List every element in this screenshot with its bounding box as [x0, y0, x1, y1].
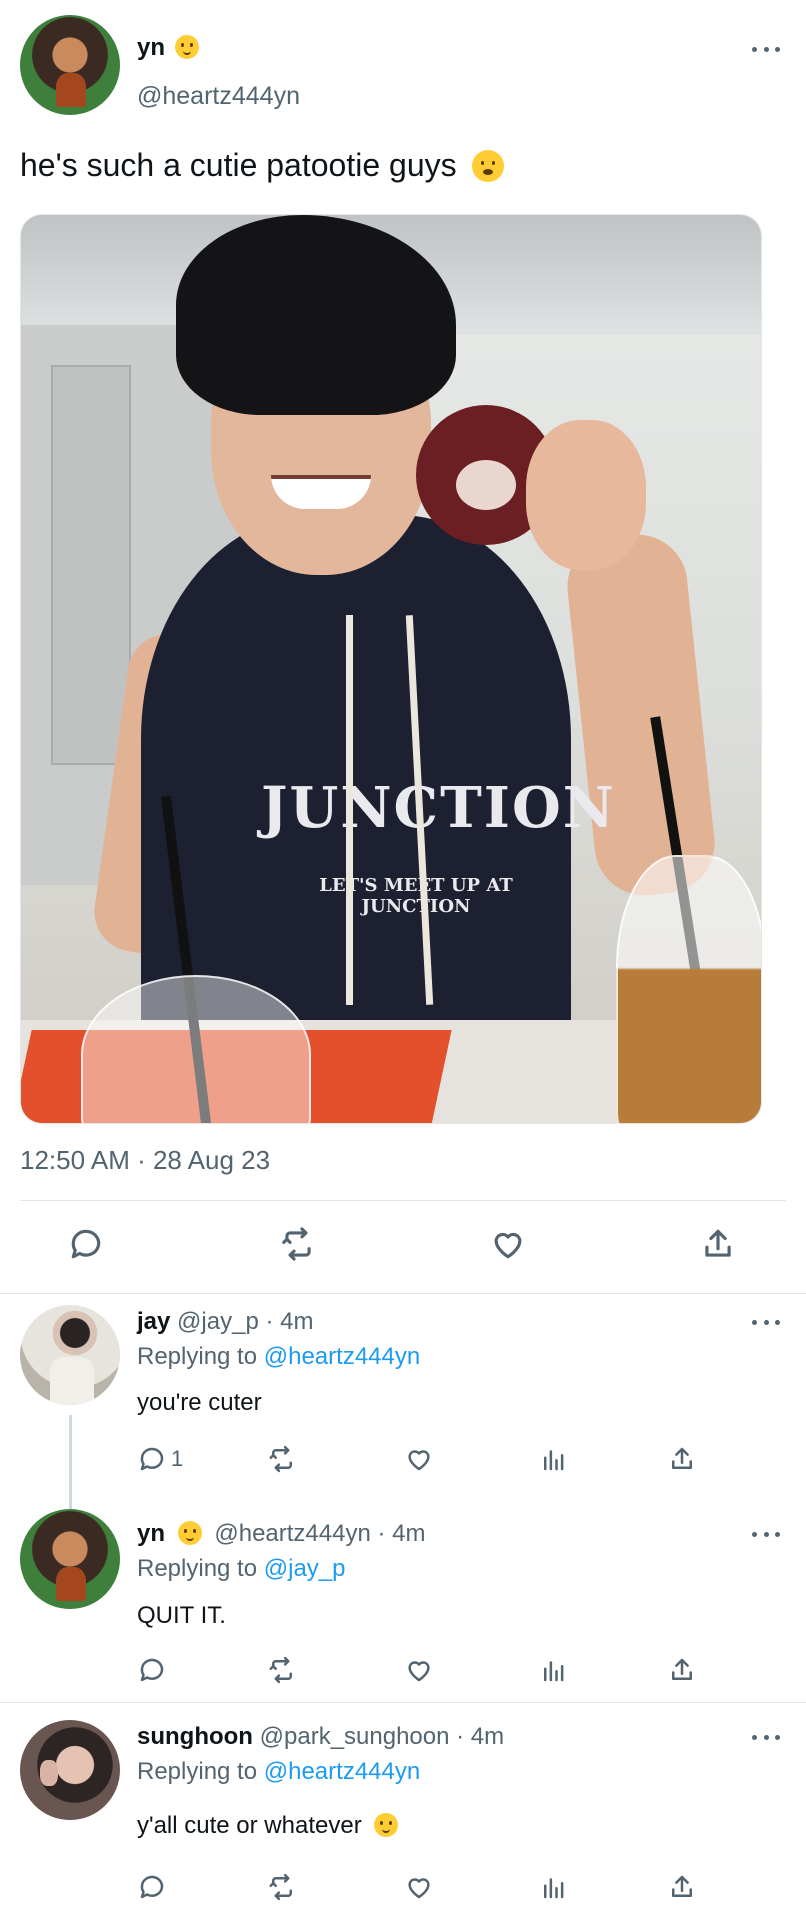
- author-handle[interactable]: @heartz444yn: [137, 82, 300, 111]
- retweet-icon[interactable]: [276, 1222, 320, 1266]
- reply-author-line: jay @jay_p · 4m: [137, 1308, 313, 1336]
- unamused-emoji-icon: [374, 1813, 399, 1837]
- reply-icon[interactable]: [137, 1870, 167, 1904]
- tweet-text-line: he's such a cutie patootie guys: [20, 147, 504, 184]
- tweet-timestamp[interactable]: 12:50 AM · 28 Aug 23: [20, 1145, 270, 1176]
- replying-to-label: Replying to: [137, 1555, 258, 1582]
- replying-to-link[interactable]: @heartz444yn: [264, 1758, 420, 1785]
- reply-icon[interactable]: [64, 1222, 108, 1266]
- retweet-icon[interactable]: [267, 1442, 297, 1476]
- replying-to-line: Replying to @heartz444yn: [137, 1343, 420, 1371]
- share-icon[interactable]: [667, 1442, 697, 1476]
- author-name[interactable]: yn: [137, 34, 165, 61]
- replying-to-line: Replying to @heartz444yn: [137, 1758, 420, 1786]
- photo-shirt-text: JUNCTION: [261, 775, 616, 841]
- reply-author-line: sunghoon @park_sunghoon · 4m: [137, 1723, 504, 1751]
- more-icon[interactable]: [752, 1732, 780, 1742]
- photo-arm-right: [562, 529, 720, 901]
- photo-cup: [81, 975, 311, 1123]
- reply-text: QUIT IT.: [137, 1602, 226, 1629]
- retweet-icon[interactable]: [267, 1653, 297, 1687]
- tweet-text: he's such a cutie patootie guys: [20, 147, 457, 183]
- more-icon[interactable]: [752, 1317, 780, 1327]
- photo-hand: [526, 420, 646, 570]
- tweet-actions: [0, 1222, 806, 1272]
- reply-author-handle[interactable]: @jay_p · 4m: [177, 1308, 313, 1335]
- reply-text: y'all cute or whatever: [137, 1812, 362, 1839]
- divider: [0, 1702, 806, 1703]
- thread-line: [69, 1415, 72, 1515]
- reply-tweet: sunghoon @park_sunghoon · 4m Replying to…: [0, 1704, 806, 1920]
- photo-shirt-subtext: LET'S MEET UP AT JUNCTION: [319, 875, 513, 917]
- replying-to-label: Replying to: [137, 1343, 258, 1370]
- reply-author-name[interactable]: jay: [137, 1308, 170, 1335]
- avatar[interactable]: [20, 1305, 120, 1405]
- photo-drawstring: [346, 615, 353, 1005]
- avatar[interactable]: [20, 1509, 120, 1609]
- share-icon[interactable]: [696, 1222, 740, 1266]
- heart-icon[interactable]: [404, 1870, 434, 1904]
- photo-iced-drink: [616, 855, 761, 1123]
- reply-icon[interactable]: 1: [137, 1442, 183, 1476]
- share-icon[interactable]: [667, 1870, 697, 1904]
- reply-tweet: jay @jay_p · 4m Replying to @heartz444yn…: [0, 1295, 806, 1515]
- replying-to-link[interactable]: @heartz444yn: [264, 1343, 420, 1370]
- more-icon[interactable]: [752, 1529, 780, 1539]
- views-icon[interactable]: [539, 1870, 569, 1904]
- author-line: yn: [137, 34, 200, 62]
- reply-tweet: yn @heartz444yn · 4m Replying to @jay_p …: [0, 1507, 806, 1703]
- reply-author-handle[interactable]: @heartz444yn · 4m: [214, 1520, 425, 1547]
- reply-text-line: y'all cute or whatever: [137, 1812, 399, 1840]
- reply-author-handle[interactable]: @park_sunghoon · 4m: [260, 1723, 505, 1750]
- photo-door: [51, 365, 131, 765]
- views-icon[interactable]: [539, 1653, 569, 1687]
- more-icon[interactable]: [752, 44, 780, 54]
- reply-author-name[interactable]: yn: [137, 1520, 165, 1547]
- divider: [0, 1293, 806, 1294]
- replying-to-line: Replying to @jay_p: [137, 1555, 346, 1583]
- reply-actions: [137, 1653, 697, 1687]
- reply-count: 1: [171, 1446, 184, 1471]
- reply-author-line: yn @heartz444yn · 4m: [137, 1520, 425, 1548]
- reply-text: you're cuter: [137, 1389, 262, 1416]
- reply-actions: [137, 1870, 697, 1904]
- smile-emoji-icon: [175, 35, 200, 59]
- tweet-photo[interactable]: JUNCTION LET'S MEET UP AT JUNCTION: [20, 214, 762, 1124]
- heart-icon[interactable]: [404, 1653, 434, 1687]
- reply-actions: 1: [137, 1442, 697, 1476]
- avatar[interactable]: [20, 15, 120, 115]
- divider: [20, 1200, 786, 1201]
- heart-icon[interactable]: [404, 1442, 434, 1476]
- views-icon[interactable]: [539, 1442, 569, 1476]
- replying-to-label: Replying to: [137, 1758, 258, 1785]
- share-icon[interactable]: [667, 1653, 697, 1687]
- retweet-icon[interactable]: [267, 1870, 297, 1904]
- heart-icon[interactable]: [486, 1222, 530, 1266]
- smile-emoji-icon: [177, 1521, 202, 1545]
- replying-to-link[interactable]: @jay_p: [264, 1555, 346, 1582]
- flushed-emoji-icon: [471, 150, 504, 182]
- avatar[interactable]: [20, 1720, 120, 1820]
- reply-author-name[interactable]: sunghoon: [137, 1723, 253, 1750]
- reply-icon[interactable]: [137, 1653, 167, 1687]
